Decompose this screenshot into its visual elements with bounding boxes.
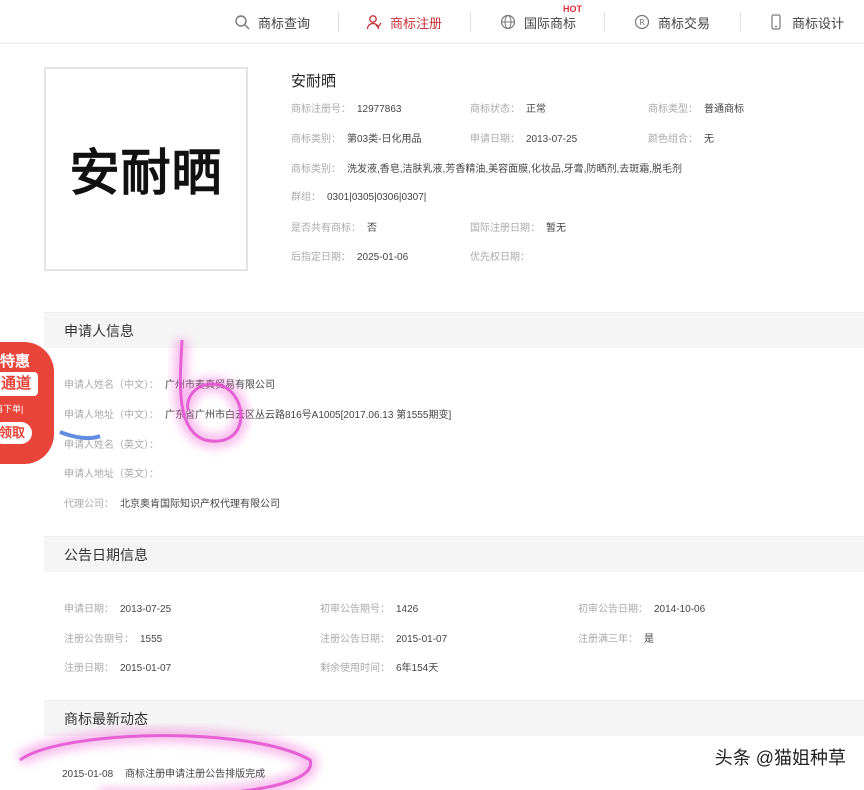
field-applicant-name-cn: 申请人姓名（中文）： 广州市麦真贸易有限公司 bbox=[64, 380, 275, 391]
field-priority: 优先权日期： bbox=[470, 252, 530, 263]
field-shared: 是否共有商标：否 bbox=[291, 223, 377, 234]
field-later-date: 后指定日期： 2025-01-06 bbox=[291, 252, 409, 263]
field-color: 颜色组合：无 bbox=[648, 134, 714, 145]
promo-floater[interactable]: 特惠 通道 再下单| 领取 bbox=[0, 342, 54, 464]
nav-trademark-register[interactable]: 商标注册 bbox=[366, 10, 442, 34]
phone-icon bbox=[771, 14, 781, 30]
section-title: 商标最新动态 bbox=[64, 710, 148, 727]
nav-label: 商标设计 bbox=[792, 15, 845, 31]
field-prelim-date: 初审公告日期： 2014-10-06 bbox=[578, 604, 706, 615]
promo-line3: 再下单| bbox=[0, 404, 24, 414]
promo-line1: 特惠 bbox=[0, 353, 31, 370]
nav-divider bbox=[338, 12, 339, 32]
field-class: 商标类别： 第03类-日化用品 bbox=[291, 134, 422, 145]
promo-claim-button[interactable]: 领取 bbox=[0, 422, 32, 444]
nav-trademark-design[interactable]: 商标设计 bbox=[768, 10, 844, 34]
top-nav: 商标查询 商标注册 国际商标 HOT R 商标交易 商标设计 bbox=[0, 0, 864, 44]
field-intl-date: 国际注册日期： 暂无 bbox=[470, 223, 566, 234]
nav-label: 商标交易 bbox=[658, 15, 711, 31]
logo-text: 安耐晒 bbox=[69, 144, 223, 202]
announcement-section-header: 公告日期信息 bbox=[44, 536, 864, 572]
field-applicant-addr-cn: 申请人地址（中文）： 广东省广州市白云区丛云路816号A1005[2017.06.… bbox=[64, 410, 452, 421]
nav-divider bbox=[470, 12, 471, 32]
field-applicant-addr-en: 申请人地址（英文）： bbox=[64, 469, 159, 480]
trademark-logo: 安耐晒 bbox=[44, 67, 248, 271]
svg-text:R: R bbox=[639, 18, 645, 27]
nav-trademark-trade[interactable]: R 商标交易 bbox=[634, 10, 710, 34]
nav-international-trademark[interactable]: 国际商标 HOT bbox=[500, 4, 582, 34]
nav-label: 商标查询 bbox=[258, 15, 311, 31]
trademark-name: 安耐晒 bbox=[291, 73, 337, 90]
field-remain: 剩余使用时间： 6年154天 bbox=[320, 663, 439, 674]
field-three-years: 注册满三年：是 bbox=[578, 634, 654, 645]
nav-trademark-search[interactable]: 商标查询 bbox=[234, 10, 310, 34]
user-icon bbox=[366, 15, 382, 30]
field-group: 群组： 0301|0305|0306|0307| bbox=[291, 192, 427, 203]
field-reg-announce-date: 注册公告日期： 2015-01-07 bbox=[320, 634, 448, 645]
field-reg-no: 商标注册号： 12977863 bbox=[291, 104, 402, 115]
promo-line2: 通道 bbox=[0, 372, 38, 396]
news-item: 2015-01-08 商标注册申请注册公告排版完成 bbox=[62, 769, 266, 780]
field-reg-announce-no: 注册公告期号： 1555 bbox=[64, 634, 163, 645]
watermark: 头条 @猫姐种草 bbox=[714, 748, 846, 768]
news-section-header: 商标最新动态 bbox=[44, 700, 864, 736]
field-type: 商标类型： 普通商标 bbox=[648, 104, 744, 115]
nav-divider bbox=[604, 12, 605, 32]
section-title: 公告日期信息 bbox=[64, 546, 148, 563]
field-agent: 代理公司： 北京奥肯国际知识产权代理有限公司 bbox=[64, 499, 280, 510]
nav-divider bbox=[740, 12, 741, 32]
field-goods: 商标类别： 洗发液,香皂,洁肤乳液,芳香精油,美容面膜,化妆品,牙膏,防晒剂,去斑… bbox=[291, 164, 683, 175]
r-circle-icon: R bbox=[634, 14, 650, 30]
field-status: 商标状态： 正常 bbox=[470, 104, 546, 115]
field-apply-date: 申请日期： 2013-07-25 bbox=[470, 134, 578, 145]
field-applicant-name-en: 申请人姓名（英文）： bbox=[64, 440, 159, 451]
hot-badge: HOT bbox=[563, 4, 583, 14]
search-icon bbox=[235, 15, 250, 30]
field-prelim-no: 初审公告期号： 1426 bbox=[320, 604, 419, 615]
nav-label: 国际商标 bbox=[524, 15, 577, 31]
nav-label: 商标注册 bbox=[390, 15, 443, 31]
field-announce-apply-date: 申请日期： 2013-07-25 bbox=[64, 604, 172, 615]
globe-icon bbox=[500, 14, 516, 30]
field-reg-day: 注册日期： 2015-01-07 bbox=[64, 663, 172, 674]
applicant-section-header: 申请人信息 bbox=[44, 312, 864, 348]
section-title: 申请人信息 bbox=[64, 322, 134, 339]
